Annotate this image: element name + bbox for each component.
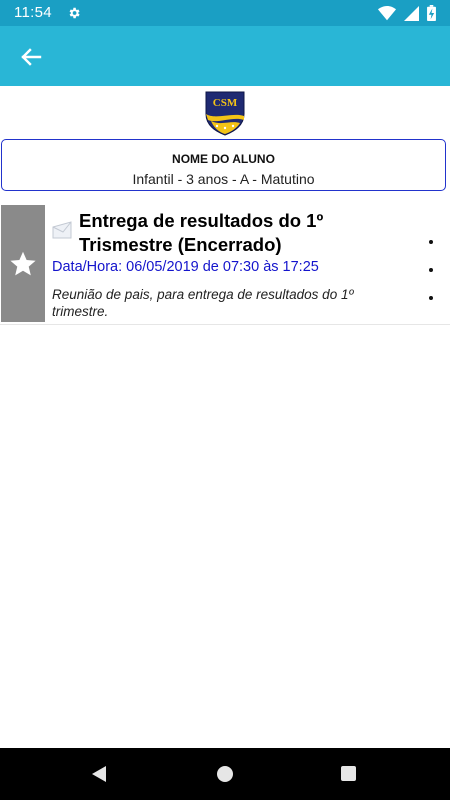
gear-icon	[69, 7, 80, 19]
svg-text:CSM: CSM	[213, 97, 238, 109]
bullet-dot	[429, 240, 433, 244]
app-bar	[0, 26, 450, 86]
event-date: Data/Hora: 06/05/2019 de 07:30 às 17:25	[52, 259, 319, 275]
system-nav-bar	[0, 748, 450, 800]
favorite-star-button[interactable]	[1, 205, 45, 322]
status-bar: 11:54	[0, 0, 450, 26]
status-time: 11:54	[14, 4, 52, 21]
event-description: Reunião de pais, para entrega de resulta…	[52, 287, 354, 319]
cell-signal-icon	[404, 5, 419, 21]
event-list-item[interactable]: Entrega de resultados do 1º Trismestre (…	[0, 204, 450, 325]
star-icon	[10, 251, 36, 275]
student-class-info: Infantil - 3 anos - A - Matutino	[132, 171, 315, 187]
event-title: Entrega de resultados do 1º Trismestre (…	[79, 210, 324, 255]
wifi-icon	[378, 5, 396, 20]
student-name: NOME DO ALUNO	[172, 152, 275, 166]
nav-back-icon[interactable]	[90, 765, 108, 783]
arrow-left-icon[interactable]	[16, 42, 46, 72]
nav-recents-icon[interactable]	[341, 766, 356, 781]
bullet-dot	[429, 296, 433, 300]
nav-home-icon[interactable]	[217, 766, 233, 782]
school-logo-icon: CSM	[205, 91, 245, 136]
envelope-icon	[52, 221, 72, 239]
battery-charging-icon	[427, 5, 436, 21]
student-card: NOME DO ALUNO Infantil - 3 anos - A - Ma…	[1, 139, 446, 191]
status-icons	[378, 5, 436, 21]
bullet-dot	[429, 268, 433, 272]
